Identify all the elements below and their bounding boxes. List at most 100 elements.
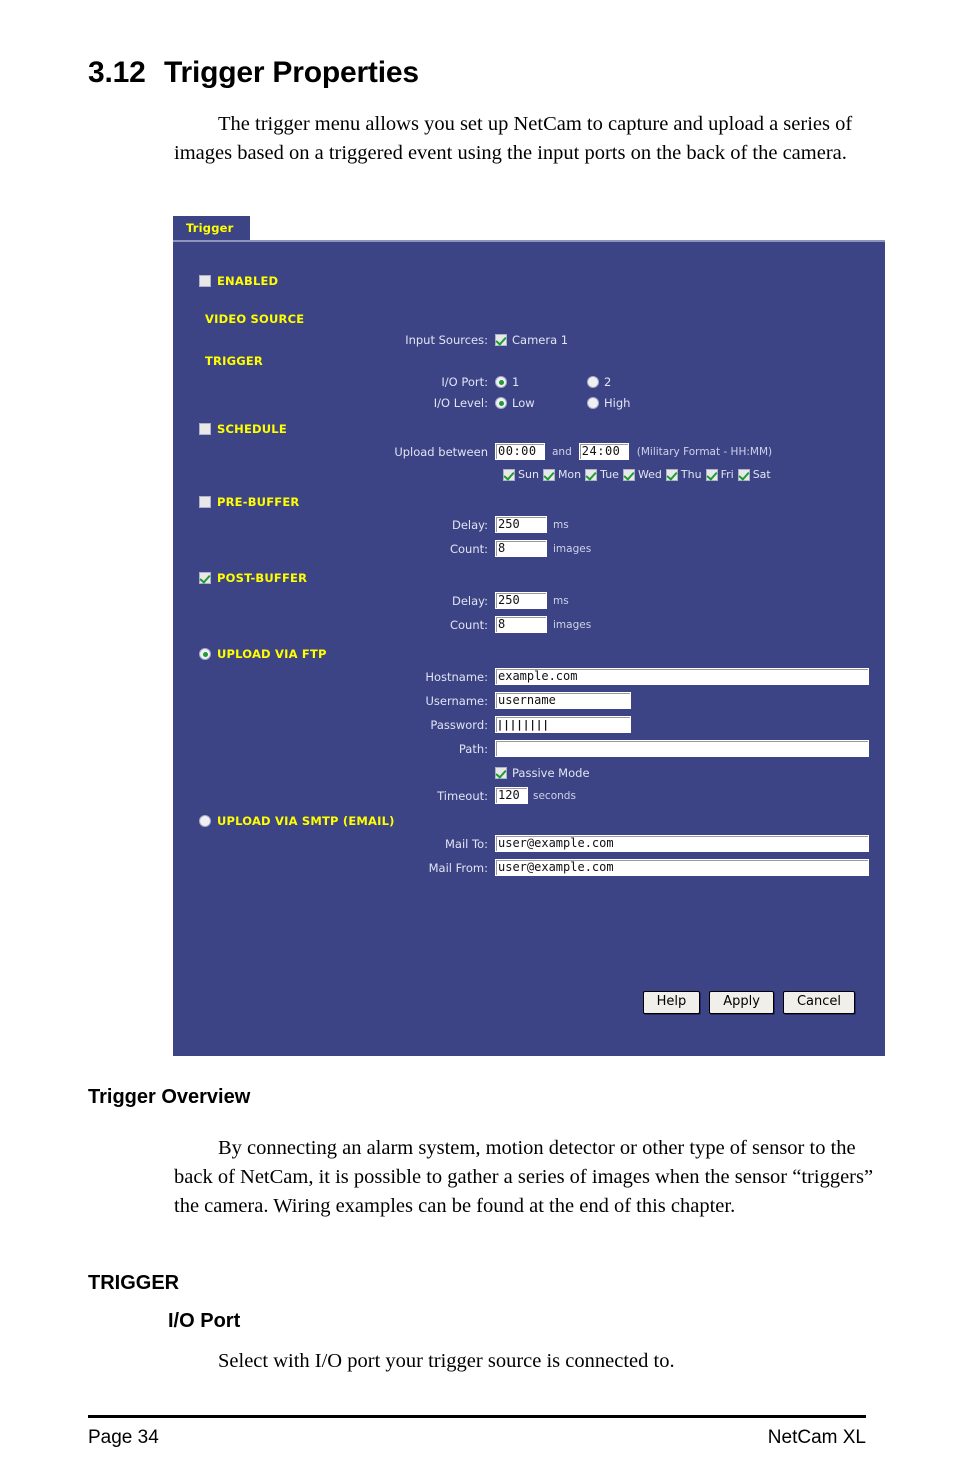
post-buffer-checkbox[interactable] [199,572,211,584]
trigger-heading-doc: TRIGGER [88,1272,180,1294]
io-level-label: I/O Level: [433,396,488,410]
panel-button-row: Help Apply Cancel [642,991,855,1014]
day-sun-label: Sun [518,468,539,481]
schedule-start-time-input[interactable]: 00:00 [495,443,545,460]
schedule-format-note: (Military Format - HH:MM) [636,445,773,458]
io-level-option-low[interactable]: Low [495,396,587,410]
trigger-overview-heading: Trigger Overview [88,1086,251,1108]
ftp-path-row: Path: [173,740,885,757]
pre-buffer-delay-unit: ms [553,518,569,531]
smtp-mail-to-row: Mail To: user@example.com [173,835,885,852]
ftp-path-label: Path: [458,741,488,756]
ftp-username-row: Username: username [173,692,885,709]
day-wed-label: Wed [637,468,662,481]
upload-via-smtp-radio[interactable] [199,815,211,827]
enabled-checkbox[interactable] [199,275,211,287]
ftp-path-input[interactable] [495,740,869,757]
ftp-passive-mode-option[interactable]: Passive Mode [495,766,590,780]
footer-divider [88,1415,866,1418]
day-tue-label: Tue [600,468,619,481]
post-buffer-count-input[interactable]: 8 [495,616,547,633]
day-mon-checkbox[interactable] [542,468,555,481]
ftp-password-row: Password: |||||||| [173,716,885,733]
ftp-timeout-input[interactable]: 120 [495,787,528,804]
io-level-option-high[interactable]: High [587,396,630,410]
post-buffer-count-label: Count: [449,617,488,632]
day-thu-label: Thu [680,468,702,481]
day-wed-checkbox[interactable] [622,468,635,481]
enabled-label: ENABLED [217,274,279,288]
smtp-mail-from-input[interactable]: user@example.com [495,859,869,876]
ftp-username-input[interactable]: username [495,692,631,709]
day-fri-checkbox[interactable] [705,468,718,481]
post-buffer-row[interactable]: POST-BUFFER [199,571,885,585]
day-sun[interactable]: Sun [503,468,539,481]
ftp-passive-mode-label: Passive Mode [512,766,590,780]
day-sun-checkbox[interactable] [503,468,515,481]
ftp-hostname-input[interactable]: example.com [495,668,869,685]
pre-buffer-delay-label: Delay: [451,517,488,532]
ftp-timeout-unit: seconds [533,789,576,802]
day-thu[interactable]: Thu [665,468,702,481]
upload-via-ftp-row[interactable]: UPLOAD VIA FTP [199,647,885,661]
io-level-row: I/O Level: Low High [173,396,885,410]
tab-bar: Trigger [173,216,885,240]
day-wed[interactable]: Wed [622,468,662,481]
help-button[interactable]: Help [642,991,701,1014]
intro-paragraph: The trigger menu allows you set up NetCa… [174,110,880,168]
day-sat-checkbox[interactable] [737,468,750,481]
trigger-overview-text: By connecting an alarm system, motion de… [174,1137,874,1217]
pre-buffer-count-input[interactable]: 8 [495,540,547,557]
day-thu-checkbox[interactable] [665,468,678,481]
pre-buffer-row[interactable]: PRE-BUFFER [199,495,885,509]
section-title: Trigger Properties [164,56,419,89]
schedule-and-label: and [552,445,572,458]
day-mon[interactable]: Mon [542,468,582,481]
camera-1-checkbox[interactable] [495,334,507,346]
io-port-label: I/O Port: [441,375,488,389]
io-port-1-radio[interactable] [495,376,507,388]
video-source-heading: VIDEO SOURCE [205,312,305,326]
day-fri[interactable]: Fri [705,468,734,481]
io-level-high-radio[interactable] [587,397,599,409]
smtp-mail-to-label: Mail To: [445,836,488,851]
footer-product-name: NetCam XL [767,1427,866,1448]
post-buffer-delay-input[interactable]: 250 [495,592,547,609]
schedule-checkbox[interactable] [199,423,211,435]
io-port-text: Select with I/O port your trigger source… [218,1350,675,1372]
schedule-end-time-input[interactable]: 24:00 [578,443,629,460]
ftp-username-label: Username: [425,693,489,708]
pre-buffer-delay-input[interactable]: 250 [495,516,547,533]
ftp-passive-mode-checkbox[interactable] [495,767,507,779]
camera-1-option[interactable]: Camera 1 [495,333,568,347]
tab-trigger[interactable]: Trigger [173,216,250,240]
upload-via-ftp-radio[interactable] [199,648,211,660]
ftp-password-input[interactable]: |||||||| [495,716,631,733]
io-level-high-label: High [604,396,631,410]
post-buffer-label: POST-BUFFER [217,571,308,585]
io-port-option-1[interactable]: 1 [495,375,587,389]
upload-via-smtp-row[interactable]: UPLOAD VIA SMTP (EMAIL) [199,814,885,828]
upload-via-ftp-label: UPLOAD VIA FTP [217,647,327,661]
intro-paragraph-text: The trigger menu allows you set up NetCa… [174,113,853,164]
io-port-option-2[interactable]: 2 [587,375,611,389]
schedule-row[interactable]: SCHEDULE [199,422,885,436]
day-fri-label: Fri [720,468,734,481]
smtp-mail-to-input[interactable]: user@example.com [495,835,869,852]
page-title: 3.12 Trigger Properties [88,56,419,90]
smtp-mail-from-row: Mail From: user@example.com [173,859,885,876]
day-tue-checkbox[interactable] [585,468,598,481]
io-port-row: I/O Port: 1 2 [173,375,885,389]
day-mon-label: Mon [557,468,582,481]
cancel-button[interactable]: Cancel [782,991,855,1014]
day-tue[interactable]: Tue [585,468,619,481]
smtp-mail-from-label: Mail From: [428,860,488,875]
io-port-1-label: 1 [512,375,520,389]
enabled-row[interactable]: ENABLED [199,274,885,288]
day-sat[interactable]: Sat [737,468,771,481]
io-level-low-radio[interactable] [495,397,507,409]
io-port-2-radio[interactable] [587,376,599,388]
apply-button[interactable]: Apply [709,991,774,1014]
upload-via-smtp-label: UPLOAD VIA SMTP (EMAIL) [217,814,395,828]
pre-buffer-checkbox[interactable] [199,496,211,508]
